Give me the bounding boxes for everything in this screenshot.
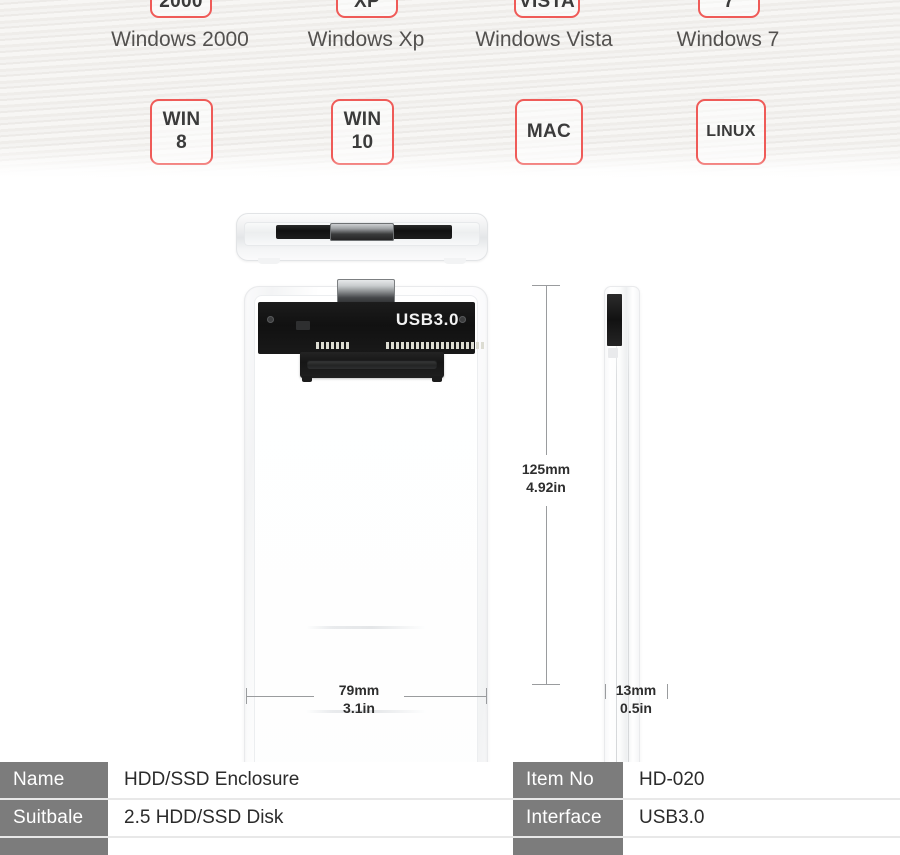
sata-connector [300, 352, 444, 382]
width-dimension-line-right [404, 696, 486, 697]
side-board-tab [608, 348, 618, 358]
spec-value-partial [623, 838, 900, 855]
height-dimension-label: 125mm 4.92in [496, 461, 596, 496]
height-dimension-mm: 125mm [521, 461, 571, 477]
circuit-board: USB3.0 [258, 302, 484, 354]
os-badge-win10: WIN 10 [331, 99, 394, 165]
pcb-screw-hole [459, 316, 466, 323]
sata-ear-left [302, 376, 312, 382]
usb-version-label: USB3.0 [395, 310, 459, 329]
enclosure-lid-view [236, 213, 488, 264]
lid-foot-right [444, 258, 466, 264]
os-badge-text: VISTA [518, 0, 576, 13]
height-dimension-in: 4.92in [526, 478, 566, 495]
spec-label-partial [513, 838, 623, 855]
os-label-windows-7: Windows 7 [676, 28, 780, 51]
spec-value-suitable: 2.5 HDD/SSD Disk [124, 807, 284, 828]
os-badge-text-line1: MAC [526, 120, 572, 142]
os-badge-text-line1: WIN [162, 109, 201, 131]
pcb-chip [296, 321, 310, 330]
os-label-windows-vista: Windows Vista [475, 28, 613, 51]
os-badge-windows-7: 7 [698, 0, 760, 18]
lid-usb-port [330, 223, 394, 241]
internal-ridge-line [306, 626, 426, 629]
lid-foot-left [258, 258, 280, 264]
os-badge-text-line2: 10 [351, 132, 374, 153]
os-badge-text-line2: 8 [176, 132, 187, 153]
width-dimension-in: 3.1in [343, 699, 375, 716]
spec-label-suitable: Suitbale [0, 800, 108, 836]
thickness-dimension-mm: 13mm [615, 682, 657, 698]
spec-value-item-no: HD-020 [639, 769, 705, 790]
sata-slot [307, 360, 437, 369]
width-dimension-mm: 79mm [338, 682, 380, 698]
table-row-partial [0, 838, 900, 855]
os-badge-windows-2000: 2000 [150, 0, 212, 18]
spec-label-item-no: Item No [513, 762, 623, 798]
os-badge-text: 2000 [159, 0, 203, 13]
pcb-screw-hole [267, 316, 274, 323]
os-compatibility-section: 2000 XP VISTA 7 Windows 2000 Windows Xp … [0, 0, 900, 184]
spec-value-interface: USB3.0 [639, 807, 705, 828]
os-badge-mac: MAC [515, 99, 583, 165]
os-badge-text-line1: WIN [343, 109, 382, 131]
pcb-pin-group [316, 342, 349, 349]
side-circuit-board [607, 294, 622, 346]
width-dimension-cap-right [486, 688, 487, 704]
height-dimension-cap-bottom [532, 684, 560, 685]
os-badge-text: 7 [723, 0, 735, 13]
spec-label-partial [0, 838, 108, 855]
height-dimension-line-lower [546, 506, 547, 684]
table-row: Name HDD/SSD Enclosure Item No HD-020 [0, 762, 900, 800]
spec-label-name: Name [0, 762, 108, 798]
os-badge-win8: WIN 8 [150, 99, 213, 165]
os-badge-windows-xp: XP [336, 0, 398, 18]
spec-value-partial [108, 838, 513, 855]
product-detail-page: 2000 XP VISTA 7 Windows 2000 Windows Xp … [0, 0, 900, 855]
product-diagram-area: USB3.0 125mm 4.92in 79mm 3.1in 13mm 0.5i… [0, 184, 900, 855]
os-label-windows-2000: Windows 2000 [111, 28, 249, 51]
thickness-dimension-label: 13mm 0.5in [600, 682, 672, 717]
thickness-dimension-in: 0.5in [620, 699, 652, 716]
table-row: Suitbale 2.5 HDD/SSD Disk Interface USB3… [0, 800, 900, 838]
spec-value-name: HDD/SSD Enclosure [124, 769, 300, 790]
os-badge-text: XP [354, 0, 380, 13]
os-label-windows-xp: Windows Xp [307, 28, 425, 51]
height-dimension-line-upper [546, 285, 547, 455]
width-dimension-line-left [246, 696, 314, 697]
pcb-pin-group [386, 342, 484, 349]
os-badge-linux: LINUX [696, 99, 766, 165]
specification-table: Name HDD/SSD Enclosure Item No HD-020 Su… [0, 762, 900, 855]
spec-label-interface: Interface [513, 800, 623, 836]
sata-ear-right [432, 376, 442, 382]
width-dimension-label: 79mm 3.1in [316, 682, 402, 717]
os-badge-text-line1: LINUX [706, 123, 756, 141]
os-badge-windows-vista: VISTA [514, 0, 580, 18]
